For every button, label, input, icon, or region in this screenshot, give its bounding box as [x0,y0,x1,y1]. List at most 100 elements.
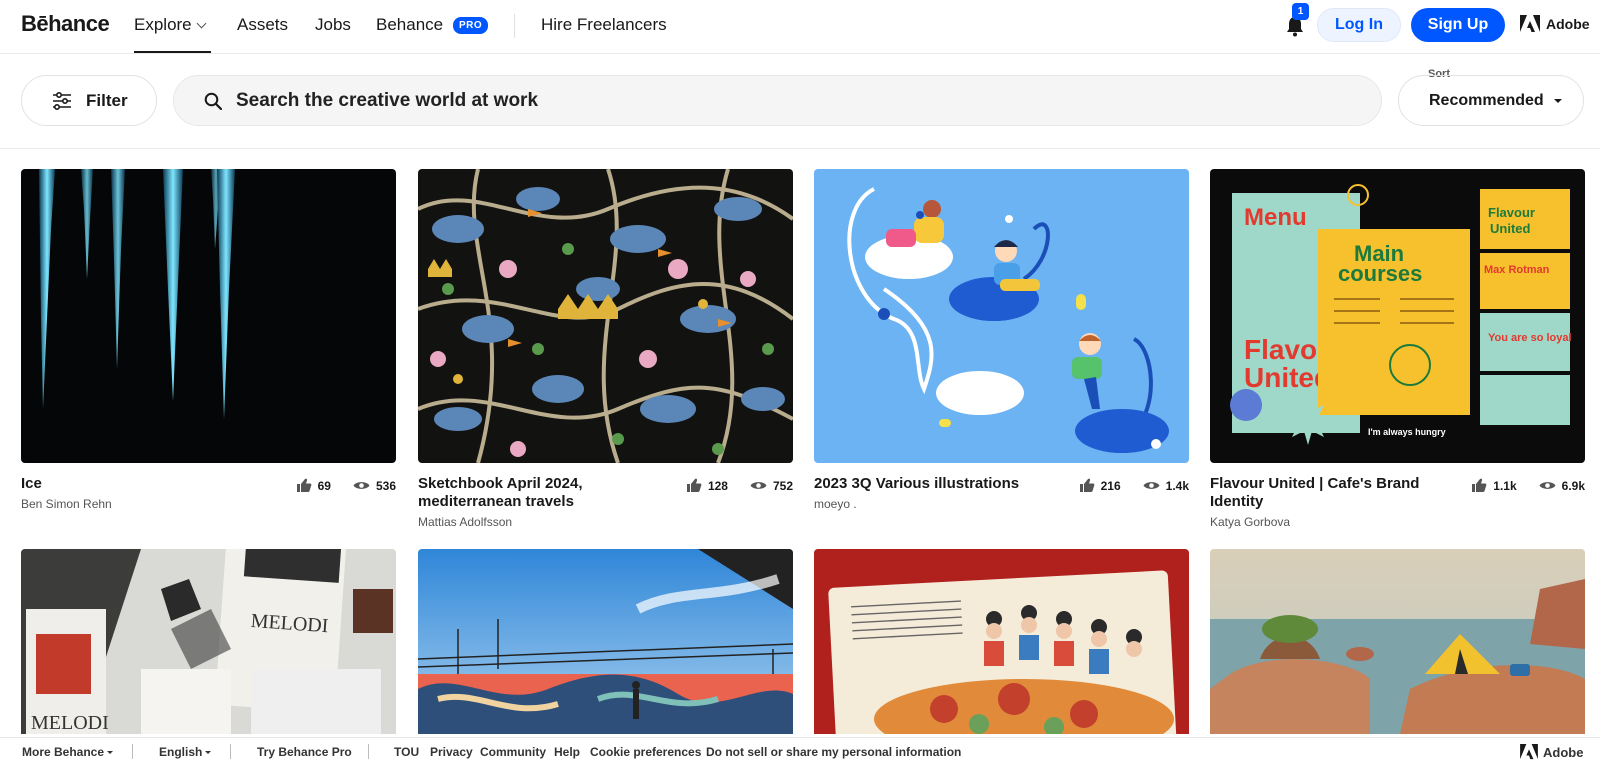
behance-logo[interactable]: Bēhance [21,11,110,37]
artwork-hungry-text: I'm always hungry [1368,427,1446,437]
caret-down-icon [205,751,212,755]
caret-down-icon [1553,98,1562,103]
project-owner[interactable]: moeyo . [814,495,1054,513]
eye-icon [1539,482,1556,489]
eye-icon [353,482,370,489]
thumbs-up-icon [686,478,702,492]
likes-count: 69 [317,478,331,493]
project-title-text: Flavour United | Cafe's Brand Identity [1210,475,1420,510]
nav-explore[interactable]: Explore [134,15,207,35]
sliders-icon [53,91,71,110]
filter-button[interactable]: Filter [21,75,157,126]
project-card[interactable]: Menu Flavour United Main courses Flavour… [1210,169,1585,529]
project-card[interactable]: MELODI MELODI [21,549,396,734]
footer-privacy[interactable]: Privacy [430,745,473,759]
footer-do-not-sell[interactable]: Do not sell or share my personal informa… [706,745,961,759]
eye-icon [750,482,767,489]
artwork-united-small: United [1490,221,1531,236]
nav-assets[interactable]: Assets [237,15,288,35]
notification-count-badge: 1 [1292,3,1309,20]
footer-cookie-preferences[interactable]: Cookie preferences [590,745,701,759]
project-card[interactable]: 2023 3Q Various illustrations moeyo . 21… [814,169,1189,511]
project-card[interactable]: Ice Ben Simon Rehn 69 536 [21,169,396,511]
views-count: 536 [375,478,396,493]
project-thumbnail[interactable] [814,549,1189,734]
project-thumbnail[interactable] [1210,549,1585,734]
project-stats: 128 752 [686,478,793,493]
project-card[interactable]: Sketchbook April 2024, mediterranean tra… [418,169,793,529]
footer: More Behance English Try Behance Pro TOU… [0,737,1600,764]
project-card[interactable] [814,549,1189,734]
login-button[interactable]: Log In [1317,8,1401,42]
footer-divider [368,744,369,759]
search-input[interactable] [236,89,1336,112]
project-owner[interactable]: Katya Gorbova [1210,513,1450,531]
project-thumbnail[interactable]: MELODI MELODI [21,549,396,734]
chevron-down-icon [196,18,207,29]
thumbs-up-icon [1079,478,1094,492]
footer-community[interactable]: Community [480,745,546,759]
filter-label: Filter [86,90,128,110]
adobe-label: Adobe [1546,16,1590,32]
search-icon [204,92,222,110]
nav-hire-freelancers[interactable]: Hire Freelancers [541,15,667,35]
footer-help[interactable]: Help [554,745,580,759]
project-title-text: 2023 3Q Various illustrations [814,475,1020,492]
adobe-logo-icon [1520,15,1540,32]
project-owner[interactable]: Ben Simon Rehn [21,495,261,513]
artwork-max-text: Max Rotman [1484,264,1550,276]
nav-divider [514,14,515,38]
footer-divider [230,744,231,759]
eye-icon [1143,482,1160,489]
artwork-courses-text: courses [1338,261,1422,286]
views-count: 1.4k [1165,478,1189,493]
project-stats: 1.1k 6.9k [1471,478,1585,493]
footer-language[interactable]: English [159,745,212,759]
project-card[interactable] [1210,549,1585,734]
signup-button[interactable]: Sign Up [1411,8,1505,42]
project-title[interactable]: Flavour United | Cafe's Brand Identity K… [1210,475,1450,531]
footer-adobe-link[interactable]: Adobe [1520,744,1583,760]
likes-count: 128 [707,478,728,493]
footer-try-pro[interactable]: Try Behance Pro [257,745,352,759]
sort-dropdown[interactable]: Recommended [1398,75,1584,126]
artwork-loyal-text: You are so loyal [1488,332,1572,344]
project-title-text: Ice [21,475,42,492]
top-navigation: Bēhance Explore Assets Jobs Behance PRO … [0,0,1600,54]
nav-jobs[interactable]: Jobs [315,15,351,35]
project-stats: 216 1.4k [1079,478,1189,493]
adobe-link[interactable]: Adobe [1520,15,1590,33]
views-count: 752 [772,478,793,493]
footer-tou[interactable]: TOU [394,745,419,759]
project-thumbnail[interactable] [418,169,793,463]
adobe-logo-icon [1520,744,1538,760]
project-title[interactable]: Ice Ben Simon Rehn [21,475,261,513]
project-thumbnail[interactable] [21,169,396,463]
nav-explore-label: Explore [134,15,192,34]
pro-badge: PRO [453,17,489,34]
footer-adobe-label: Adobe [1543,744,1584,760]
project-title[interactable]: 2023 3Q Various illustrations moeyo . [814,475,1054,513]
project-owner[interactable]: Mattias Adolfsson [418,513,658,531]
artwork-melodi-text-2: MELODI [31,712,109,734]
project-stats: 69 536 [296,478,396,493]
likes-count: 216 [1100,478,1121,493]
nav-behance-pro[interactable]: Behance [376,15,443,35]
footer-divider [132,744,133,759]
caret-down-icon [107,751,114,755]
project-title[interactable]: Sketchbook April 2024, mediterranean tra… [418,475,658,531]
project-thumbnail[interactable]: Menu Flavour United Main courses Flavour… [1210,169,1585,463]
filter-bar: Filter Sort Recommended [0,54,1600,149]
thumbs-up-icon [1472,478,1487,492]
views-count: 6.9k [1561,478,1585,493]
active-tab-indicator [134,51,211,53]
footer-language-label: English [159,745,203,759]
sort-value: Recommended [1429,91,1544,109]
project-thumbnail[interactable] [418,549,793,734]
artwork-flavour-small: Flavour [1488,205,1535,220]
project-card[interactable] [418,549,793,734]
footer-more-behance[interactable]: More Behance [22,745,114,759]
project-thumbnail[interactable] [814,169,1189,463]
artwork-menu-text: Menu [1244,204,1307,231]
search-bar[interactable] [173,75,1382,126]
